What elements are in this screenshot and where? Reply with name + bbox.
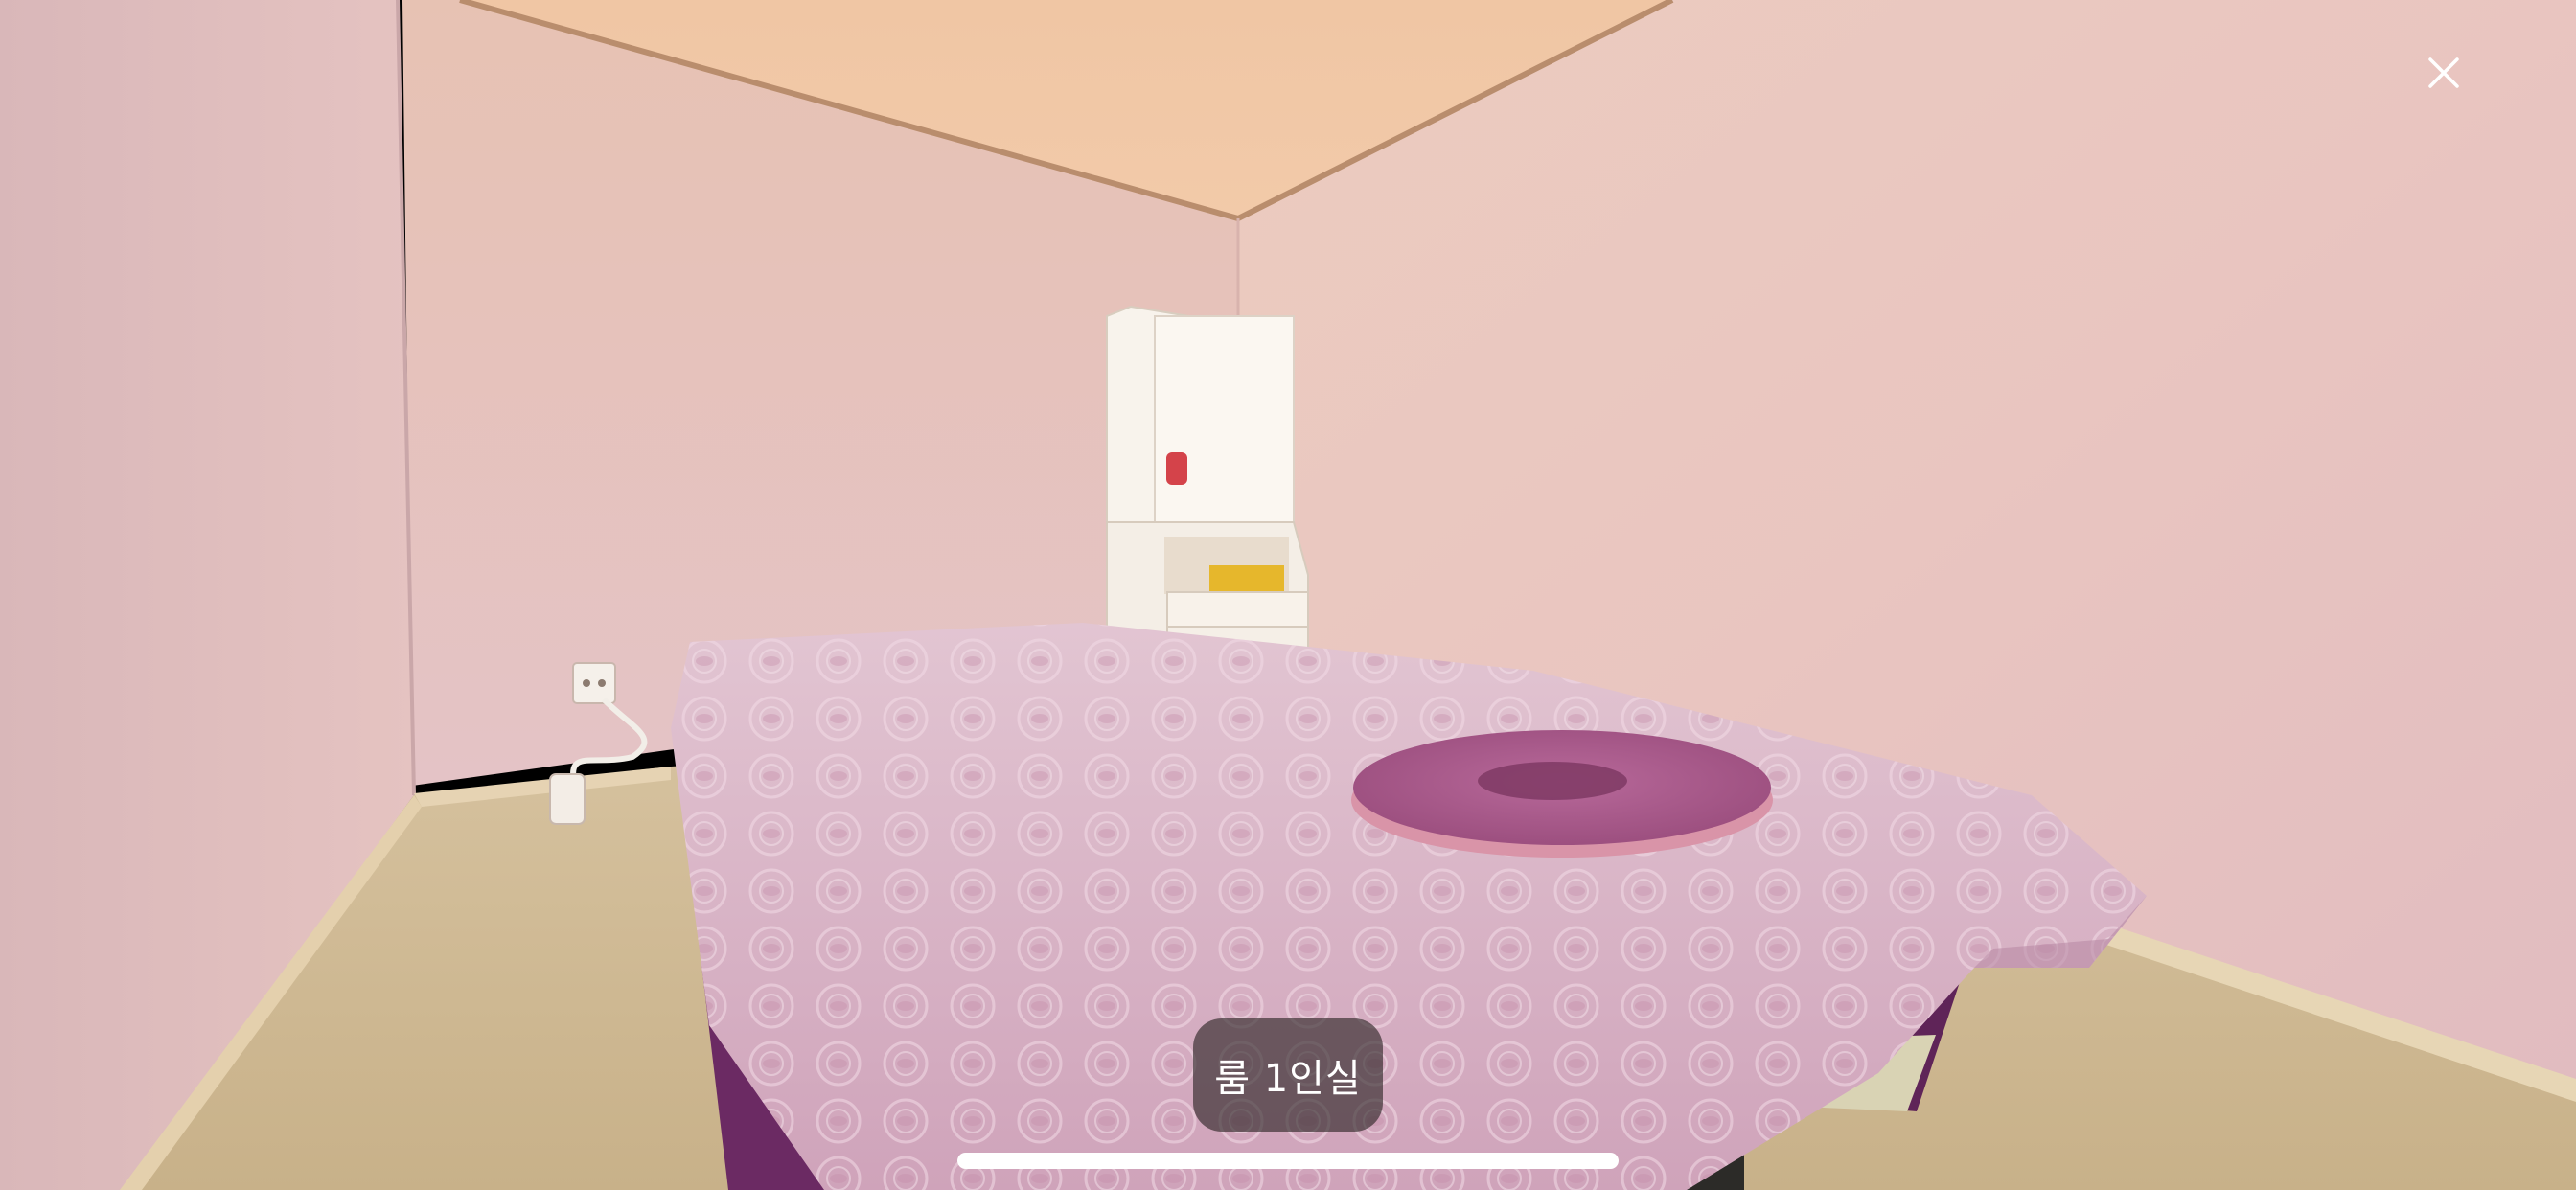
photo-caption: 룸 1인실: [1193, 1018, 1383, 1132]
room-photo: [0, 0, 2576, 1190]
close-icon: [2428, 57, 2459, 88]
close-button[interactable]: [2415, 44, 2472, 102]
photo-viewer: 룸 1인실: [0, 0, 2576, 1190]
home-indicator[interactable]: [957, 1153, 1619, 1169]
